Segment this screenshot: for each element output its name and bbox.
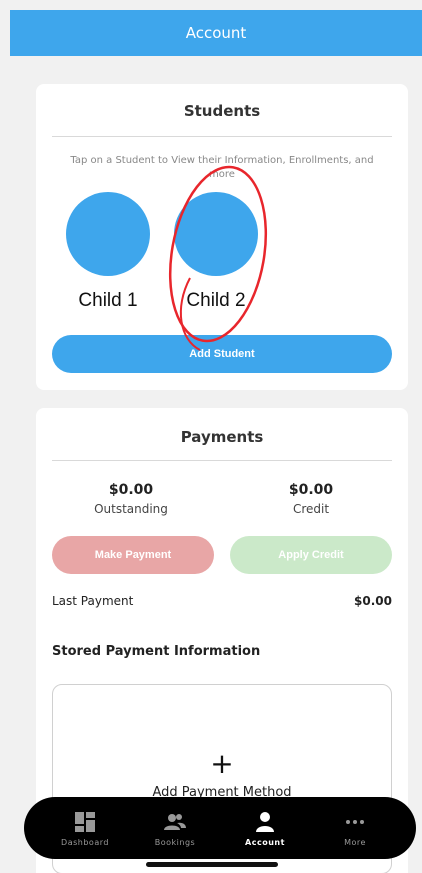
tab-account[interactable]: Account — [225, 810, 305, 847]
students-hint: Tap on a Student to View their Informati… — [70, 155, 374, 180]
avatar — [174, 192, 258, 276]
tab-label: Bookings — [154, 837, 196, 847]
student-child-2[interactable]: Child 2 — [174, 192, 258, 312]
student-name: Child 2 — [186, 290, 246, 311]
tab-more[interactable]: More — [315, 810, 395, 847]
people-icon — [164, 813, 186, 830]
credit-amount: $0.00 Credit — [246, 482, 376, 516]
payments-title: Payments — [180, 428, 264, 446]
home-indicator — [146, 862, 278, 867]
more-icon — [346, 819, 364, 824]
app-header: Account — [10, 10, 422, 56]
apply-credit-button[interactable]: Apply Credit — [230, 536, 392, 574]
dashboard-icon — [75, 811, 95, 832]
add-student-button[interactable]: Add Student — [52, 335, 392, 373]
avatar — [66, 192, 150, 276]
student-name: Child 1 — [78, 290, 138, 311]
credit-value: $0.00 — [288, 482, 334, 498]
tab-bar: Dashboard Bookings Account More — [24, 797, 416, 859]
tab-label: Dashboard — [61, 837, 109, 847]
tab-label: Account — [245, 837, 285, 847]
last-payment-label: Last Payment — [52, 594, 134, 608]
credit-label: Credit — [292, 502, 330, 516]
tab-label: More — [344, 837, 366, 847]
tab-dashboard[interactable]: Dashboard — [45, 810, 125, 847]
outstanding-label: Outstanding — [94, 502, 168, 516]
divider — [52, 460, 392, 461]
make-payment-button[interactable]: Make Payment — [52, 536, 214, 574]
last-payment-row: Last Payment $0.00 — [52, 594, 392, 608]
tab-bookings[interactable]: Bookings — [135, 810, 215, 847]
outstanding-value: $0.00 — [108, 482, 154, 498]
divider — [52, 136, 392, 137]
students-title: Students — [183, 102, 261, 120]
student-child-1[interactable]: Child 1 — [66, 192, 150, 312]
stored-payment-title: Stored Payment Information — [52, 644, 261, 659]
plus-icon: + — [210, 747, 234, 780]
outstanding-amount: $0.00 Outstanding — [66, 482, 196, 516]
students-card: Students Tap on a Student to View their … — [36, 84, 408, 390]
page-title: Account — [185, 24, 247, 42]
person-icon — [256, 811, 274, 832]
last-payment-value: $0.00 — [354, 594, 392, 608]
